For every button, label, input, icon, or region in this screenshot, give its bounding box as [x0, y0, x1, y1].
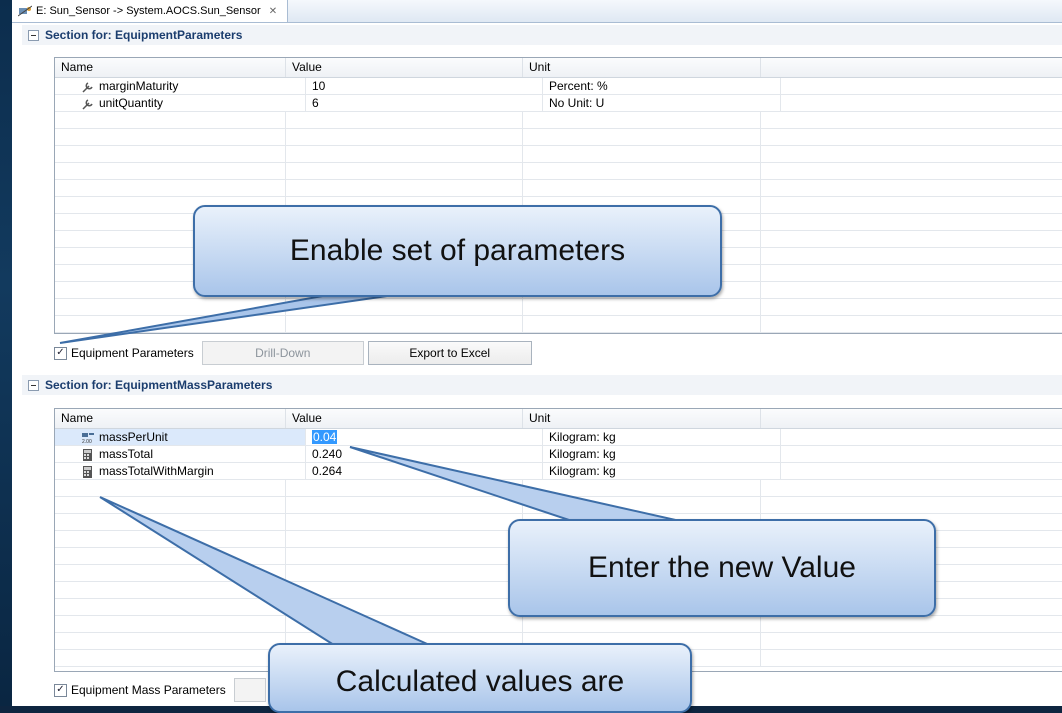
callout-text: Enter the new Value: [588, 551, 856, 584]
callout-calculated-values: Calculated values are: [268, 643, 692, 713]
callout-text: Calculated values are: [335, 665, 625, 698]
callout-enter-value: Enter the new Value: [508, 519, 936, 617]
callout-enable-parameters: Enable set of parameters: [193, 205, 722, 297]
callout-text: Enable set of parameters: [289, 234, 626, 267]
